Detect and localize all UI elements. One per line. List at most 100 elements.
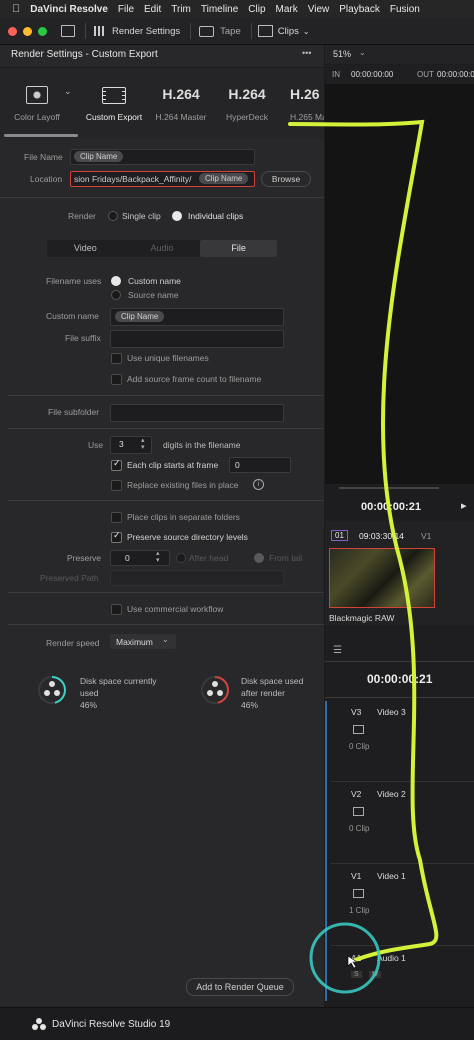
speaker-icon[interactable]: ▸ <box>461 499 467 512</box>
file-subfolder-field[interactable] <box>110 404 284 422</box>
location-field[interactable]: sion Fridays/Backpack_Affinity/ Clip Nam… <box>70 171 255 187</box>
from-tail-radio[interactable] <box>254 553 264 563</box>
info-icon[interactable]: i <box>253 479 264 490</box>
custom-name-field[interactable]: Clip Name <box>110 308 284 326</box>
track-a1[interactable]: A1 Audio 1 S M <box>331 947 474 1001</box>
commercial-workflow-label: Use commercial workflow <box>127 604 224 614</box>
zoom-window-button[interactable] <box>38 26 47 36</box>
frame-count-checkbox[interactable] <box>111 374 122 385</box>
start-frame-field[interactable]: 0 <box>229 457 291 473</box>
render-settings-icon[interactable] <box>94 26 106 36</box>
timeline-list-icon[interactable]: ☰ <box>333 645 342 656</box>
viewer-header: 51% ⌄ <box>325 45 474 64</box>
browse-button[interactable]: Browse <box>261 171 311 187</box>
menu-playback[interactable]: Playback <box>339 4 380 15</box>
separate-folders-checkbox[interactable] <box>111 512 122 523</box>
tape-icon[interactable] <box>199 25 215 37</box>
menu-fusion[interactable]: Fusion <box>390 4 420 15</box>
chevron-down-icon[interactable]: ⌄ <box>359 48 366 57</box>
location-token[interactable]: Clip Name <box>199 173 249 184</box>
out-timecode[interactable]: 00:00:00:00 <box>437 70 474 79</box>
replace-existing-checkbox[interactable] <box>111 480 122 491</box>
clips-icon[interactable] <box>257 25 273 37</box>
menu-mark[interactable]: Mark <box>276 4 298 15</box>
location-path: sion Fridays/Backpack_Affinity/ <box>74 174 192 184</box>
preset-h265-master[interactable]: H.26 H.265 Ma <box>286 74 324 132</box>
checkmark-icon: ✓ <box>113 458 121 468</box>
preset-format: H.264 <box>162 86 200 102</box>
preset-h264-master[interactable]: H.264 H.264 Master <box>152 74 210 132</box>
after-head-radio[interactable] <box>176 553 186 563</box>
use-label: Use <box>88 440 104 450</box>
disk-after-text: Disk space used after render 46% <box>241 675 303 711</box>
render-speed-dropdown[interactable]: Maximum ⌄ <box>110 634 176 649</box>
preset-color-layoff[interactable]: Color Layoff <box>14 74 60 132</box>
app-toolbar: Render Settings Tape Clips ⌄ <box>0 18 474 45</box>
individual-clips-radio[interactable] <box>172 211 182 221</box>
scrub-bar[interactable] <box>339 487 439 489</box>
file-name-token[interactable]: Clip Name <box>74 151 124 162</box>
in-timecode[interactable]: 00:00:00:00 <box>351 70 393 79</box>
stepper-arrows-icon[interactable]: ▴ ▾ <box>156 550 160 564</box>
panel-options-button[interactable]: ••• <box>302 48 311 58</box>
preset-custom-export[interactable]: Custom Export <box>84 74 144 132</box>
file-suffix-field[interactable] <box>110 330 284 348</box>
menu-file[interactable]: File <box>118 4 134 15</box>
viewer-canvas[interactable] <box>325 84 474 484</box>
commercial-workflow-checkbox[interactable] <box>111 604 122 615</box>
preserved-path-field[interactable] <box>110 570 284 586</box>
track-name: Video 2 <box>377 789 406 799</box>
add-to-render-queue-button[interactable]: Add to Render Queue <box>186 978 294 996</box>
digits-stepper[interactable]: 3 ▴ ▾ <box>110 436 152 454</box>
out-label: OUT <box>417 70 434 79</box>
transport-bar: 00:00:00:21 ▸ <box>325 485 474 519</box>
single-clip-radio[interactable] <box>108 211 118 221</box>
preserve-stepper[interactable]: 0 ▴ ▾ <box>110 550 170 566</box>
tab-file[interactable]: File <box>200 240 278 257</box>
custom-name-token[interactable]: Clip Name <box>115 311 165 322</box>
solo-button[interactable]: S <box>351 971 362 978</box>
source-name-radio[interactable] <box>111 290 121 300</box>
preset-scrollbar[interactable] <box>4 134 78 137</box>
separate-folders-label: Place clips in separate folders <box>127 512 240 522</box>
unique-filenames-checkbox[interactable] <box>111 353 122 364</box>
chevron-down-icon[interactable]: ⌄ <box>64 86 72 97</box>
custom-name-radio[interactable] <box>111 276 121 286</box>
preset-label: H.264 Master <box>155 112 207 122</box>
render-speed-value: Maximum <box>116 637 153 647</box>
app-footer: DaVinci Resolve Studio 19 <box>0 1007 474 1040</box>
tape-toggle[interactable]: Tape <box>220 26 241 37</box>
menu-edit[interactable]: Edit <box>144 4 161 15</box>
chevron-down-icon[interactable]: ⌄ <box>303 27 310 36</box>
preset-hyperdeck[interactable]: H.264 HyperDeck <box>218 74 276 132</box>
menu-view[interactable]: View <box>308 4 330 15</box>
zoom-level[interactable]: 51% <box>333 49 351 59</box>
menu-clip[interactable]: Clip <box>248 4 265 15</box>
render-settings-panel: Render Settings - Custom Export ••• Colo… <box>0 45 324 1007</box>
stepper-arrows-icon[interactable]: ▴ ▾ <box>141 437 145 451</box>
viewer-timecode: 00:00:00:21 <box>361 501 421 513</box>
mute-button[interactable]: M <box>369 971 381 978</box>
tab-video[interactable]: Video <box>47 240 124 257</box>
minimize-window-button[interactable] <box>23 26 32 36</box>
file-name-field[interactable]: Clip Name <box>70 149 255 165</box>
close-window-button[interactable] <box>8 26 17 36</box>
render-settings-toggle[interactable]: Render Settings <box>112 26 180 37</box>
clips-toggle[interactable]: Clips <box>278 26 299 37</box>
track-v1[interactable]: V1 Video 1 1 Clip <box>331 865 474 946</box>
menu-app-name[interactable]: DaVinci Resolve <box>30 4 108 15</box>
monitor-icon[interactable] <box>61 25 75 37</box>
track-v2[interactable]: V2 Video 2 0 Clip <box>331 783 474 864</box>
menu-timeline[interactable]: Timeline <box>201 4 238 15</box>
menu-trim[interactable]: Trim <box>171 4 191 15</box>
clip-thumbnail[interactable] <box>329 548 435 608</box>
preset-label: H.265 Ma <box>290 112 324 122</box>
preserve-dirs-checkbox[interactable]: ✓ <box>111 530 122 543</box>
tab-audio[interactable]: Audio <box>124 240 201 257</box>
track-v3[interactable]: V3 Video 3 0 Clip <box>331 701 474 782</box>
preset-label: Color Layoff <box>14 112 60 122</box>
apple-icon[interactable]:  <box>12 3 20 15</box>
each-clip-starts-checkbox[interactable]: ✓ <box>111 458 122 471</box>
settings-tabs: Video Audio File <box>47 240 278 257</box>
menu-bar:  DaVinci Resolve File Edit Trim Timelin… <box>0 0 474 18</box>
